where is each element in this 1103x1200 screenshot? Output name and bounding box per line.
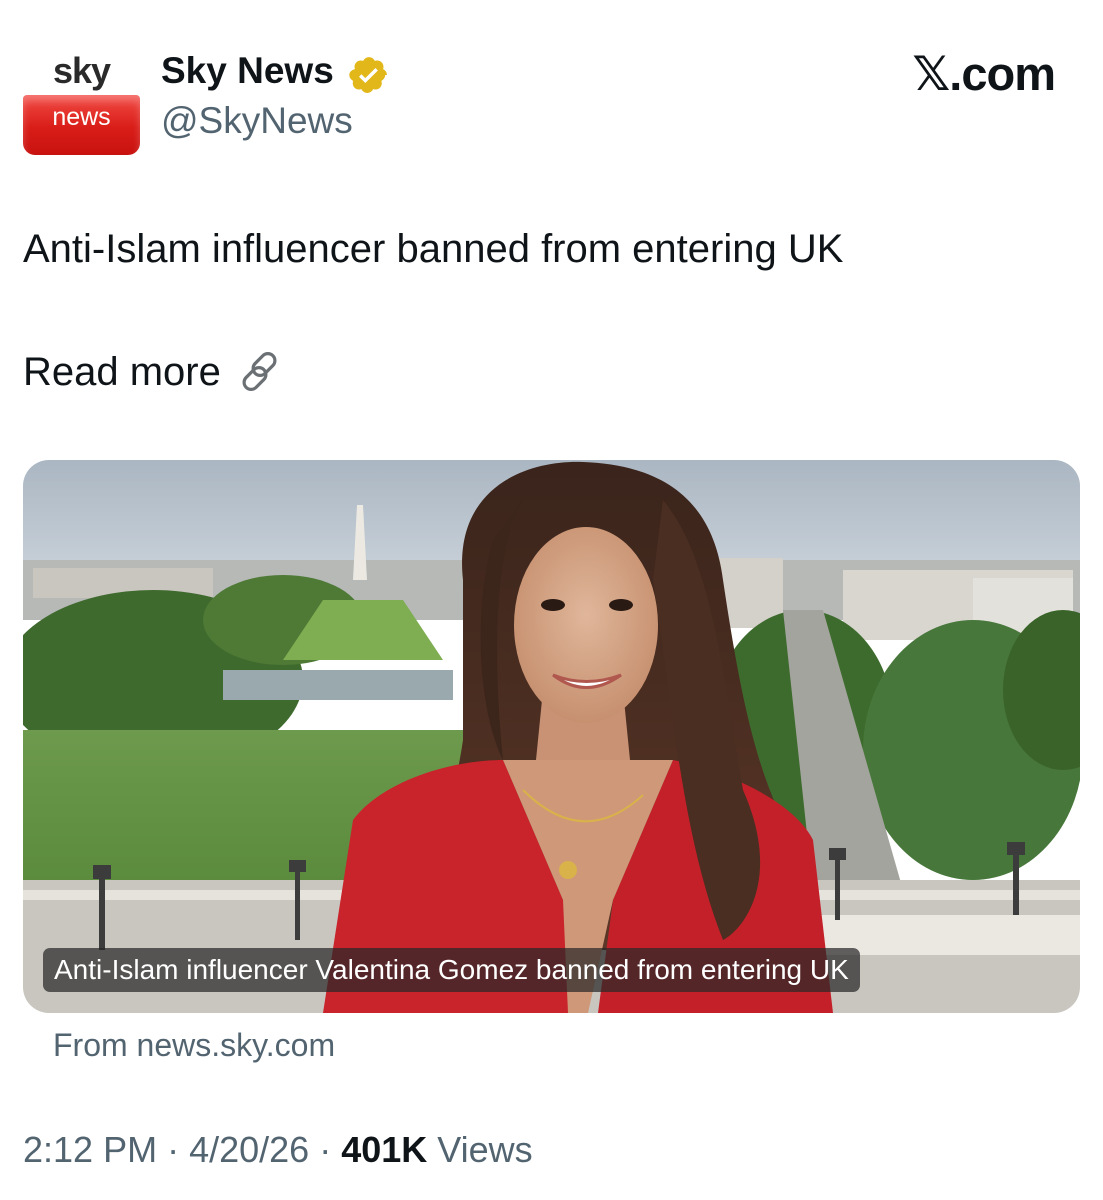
card-caption: Anti-Islam influencer Valentina Gomez ba… bbox=[43, 948, 860, 992]
read-more-label: Read more bbox=[23, 350, 221, 394]
meta-separator: · bbox=[157, 1129, 190, 1170]
card-source[interactable]: From news.sky.com bbox=[53, 1022, 335, 1068]
logo-sky-text: sky bbox=[52, 50, 111, 91]
tweet-meta: 2:12 PM · 4/20/26 · 401K Views bbox=[23, 1125, 533, 1175]
article-photo bbox=[23, 460, 1080, 1013]
tweet-date[interactable]: 4/20/26 bbox=[189, 1129, 309, 1170]
link-preview-card[interactable]: Anti-Islam influencer Valentina Gomez ba… bbox=[23, 460, 1080, 1013]
logo-news-text: news bbox=[23, 95, 140, 155]
gold-verified-icon bbox=[349, 57, 387, 93]
tweet-time[interactable]: 2:12 PM bbox=[23, 1129, 157, 1170]
link-icon bbox=[242, 352, 277, 391]
author-name[interactable]: Sky News bbox=[161, 48, 334, 94]
tweet-text: Anti-Islam influencer banned from enteri… bbox=[23, 227, 844, 271]
read-more-link[interactable]: Read more bbox=[23, 345, 285, 399]
sky-news-logo[interactable]: sky news bbox=[23, 45, 140, 155]
author-handle[interactable]: @SkyNews bbox=[161, 98, 353, 144]
meta-separator: · bbox=[309, 1129, 342, 1170]
x-brand-label: 𝕏.com bbox=[912, 47, 1056, 100]
views-count: 401K bbox=[341, 1129, 428, 1170]
views-label: Views bbox=[427, 1129, 533, 1170]
